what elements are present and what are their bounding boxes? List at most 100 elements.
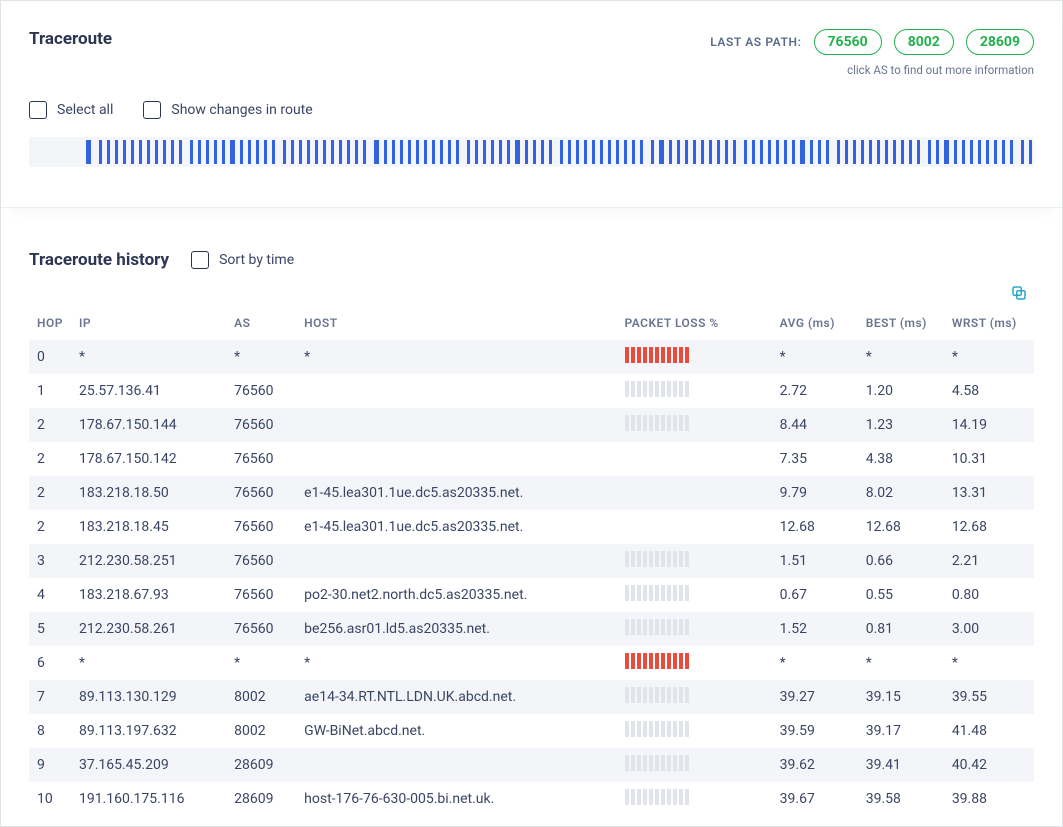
cell-host: e1-45.lea301.1ue.dc5.as20335.net. xyxy=(296,476,616,510)
cell-hop: 2 xyxy=(29,510,71,544)
table-row[interactable]: 2178.67.150.142765607.354.3810.31 xyxy=(29,442,1034,476)
cell-as: 76560 xyxy=(226,544,296,578)
col-as[interactable]: AS xyxy=(226,310,296,340)
checkbox-icon xyxy=(143,101,161,119)
table-row[interactable]: 789.113.130.1298002ae14-34.RT.NTL.LDN.UK… xyxy=(29,680,1034,714)
cell-ip: 37.165.45.209 xyxy=(71,748,226,782)
cell-host xyxy=(296,442,616,476)
cell-wrst: 12.68 xyxy=(944,510,1034,544)
col-best[interactable]: BEST (ms) xyxy=(858,310,944,340)
page-title: Traceroute xyxy=(29,29,112,49)
cell-avg: 8.44 xyxy=(772,408,858,442)
col-hop[interactable]: HOP xyxy=(29,310,71,340)
cell-hop: 4 xyxy=(29,578,71,612)
cell-avg: 7.35 xyxy=(772,442,858,476)
cell-ip: * xyxy=(71,340,226,374)
cell-hop: 0 xyxy=(29,340,71,374)
cell-as: * xyxy=(226,340,296,374)
cell-wrst: 14.19 xyxy=(944,408,1034,442)
table-row[interactable]: 2183.218.18.5076560e1-45.lea301.1ue.dc5.… xyxy=(29,476,1034,510)
hops-table: HOP IP AS HOST PACKET LOSS % AVG (ms) BE… xyxy=(29,310,1034,816)
cell-wrst: * xyxy=(944,340,1034,374)
cell-avg: 39.62 xyxy=(772,748,858,782)
table-row[interactable]: 3212.230.58.251765601.510.662.21 xyxy=(29,544,1034,578)
cell-hop: 9 xyxy=(29,748,71,782)
col-host[interactable]: HOST xyxy=(296,310,616,340)
sort-by-time-checkbox[interactable]: Sort by time xyxy=(191,251,294,269)
cell-wrst: 10.31 xyxy=(944,442,1034,476)
cell-avg: 1.52 xyxy=(772,612,858,646)
cell-best: 8.02 xyxy=(858,476,944,510)
cell-as: 28609 xyxy=(226,748,296,782)
cell-pkt xyxy=(617,714,772,748)
cell-best: * xyxy=(858,340,944,374)
cell-wrst: 39.55 xyxy=(944,680,1034,714)
col-wrst[interactable]: WRST (ms) xyxy=(944,310,1034,340)
cell-best: 0.66 xyxy=(858,544,944,578)
cell-hop: 2 xyxy=(29,408,71,442)
cell-pkt xyxy=(617,748,772,782)
cell-host: ae14-34.RT.NTL.LDN.UK.abcd.net. xyxy=(296,680,616,714)
cell-pkt xyxy=(617,646,772,680)
cell-best: * xyxy=(858,646,944,680)
cell-best: 1.20 xyxy=(858,374,944,408)
table-row[interactable]: 10191.160.175.11628609host-176-76-630-00… xyxy=(29,782,1034,816)
cell-wrst: 2.21 xyxy=(944,544,1034,578)
cell-avg: 39.67 xyxy=(772,782,858,816)
col-avg[interactable]: AVG (ms) xyxy=(772,310,858,340)
show-changes-checkbox[interactable]: Show changes in route xyxy=(143,101,312,119)
cell-ip: 183.218.18.50 xyxy=(71,476,226,510)
table-row[interactable]: 2183.218.18.4576560e1-45.lea301.1ue.dc5.… xyxy=(29,510,1034,544)
as-pill-0[interactable]: 76560 xyxy=(814,29,882,55)
cell-as: 76560 xyxy=(226,374,296,408)
cell-best: 39.15 xyxy=(858,680,944,714)
cell-host xyxy=(296,374,616,408)
cell-as: 76560 xyxy=(226,408,296,442)
copy-icon[interactable] xyxy=(1010,284,1028,306)
as-pill-1[interactable]: 8002 xyxy=(894,29,954,55)
col-ip[interactable]: IP xyxy=(71,310,226,340)
table-row[interactable]: 2178.67.150.144765608.441.2314.19 xyxy=(29,408,1034,442)
cell-host: * xyxy=(296,646,616,680)
cell-hop: 2 xyxy=(29,442,71,476)
history-panel: Traceroute history Sort by time HOP IP A… xyxy=(1,222,1062,826)
route-timeline[interactable] xyxy=(29,137,1034,167)
cell-wrst: 41.48 xyxy=(944,714,1034,748)
cell-as: 76560 xyxy=(226,612,296,646)
cell-pkt xyxy=(617,612,772,646)
table-row[interactable]: 5212.230.58.26176560be256.asr01.ld5.as20… xyxy=(29,612,1034,646)
as-path-block: LAST AS PATH: 76560 8002 28609 click AS … xyxy=(710,29,1034,77)
select-all-label: Select all xyxy=(57,102,113,118)
cell-wrst: 4.58 xyxy=(944,374,1034,408)
cell-ip: 212.230.58.261 xyxy=(71,612,226,646)
cell-as: 8002 xyxy=(226,714,296,748)
cell-host xyxy=(296,408,616,442)
cell-avg: 39.59 xyxy=(772,714,858,748)
cell-ip: 191.160.175.116 xyxy=(71,782,226,816)
col-pkt[interactable]: PACKET LOSS % xyxy=(617,310,772,340)
cell-host: GW-BiNet.abcd.net. xyxy=(296,714,616,748)
table-row[interactable]: 889.113.197.6328002GW-BiNet.abcd.net.39.… xyxy=(29,714,1034,748)
cell-pkt xyxy=(617,782,772,816)
cell-avg: 9.79 xyxy=(772,476,858,510)
cell-pkt xyxy=(617,340,772,374)
cell-as: 76560 xyxy=(226,442,296,476)
table-row[interactable]: 125.57.136.41765602.721.204.58 xyxy=(29,374,1034,408)
cell-as: 76560 xyxy=(226,510,296,544)
show-changes-label: Show changes in route xyxy=(171,102,312,118)
table-row[interactable]: 6****** xyxy=(29,646,1034,680)
select-all-checkbox[interactable]: Select all xyxy=(29,101,113,119)
cell-avg: 0.67 xyxy=(772,578,858,612)
cell-pkt xyxy=(617,476,772,510)
as-path-label: LAST AS PATH: xyxy=(710,35,801,49)
as-pill-2[interactable]: 28609 xyxy=(966,29,1034,55)
table-row[interactable]: 4183.218.67.9376560po2-30.net2.north.dc5… xyxy=(29,578,1034,612)
cell-ip: 178.67.150.142 xyxy=(71,442,226,476)
cell-host: e1-45.lea301.1ue.dc5.as20335.net. xyxy=(296,510,616,544)
cell-avg: 39.27 xyxy=(772,680,858,714)
cell-host xyxy=(296,544,616,578)
table-row[interactable]: 0****** xyxy=(29,340,1034,374)
cell-hop: 8 xyxy=(29,714,71,748)
table-row[interactable]: 937.165.45.2092860939.6239.4140.42 xyxy=(29,748,1034,782)
cell-pkt xyxy=(617,544,772,578)
